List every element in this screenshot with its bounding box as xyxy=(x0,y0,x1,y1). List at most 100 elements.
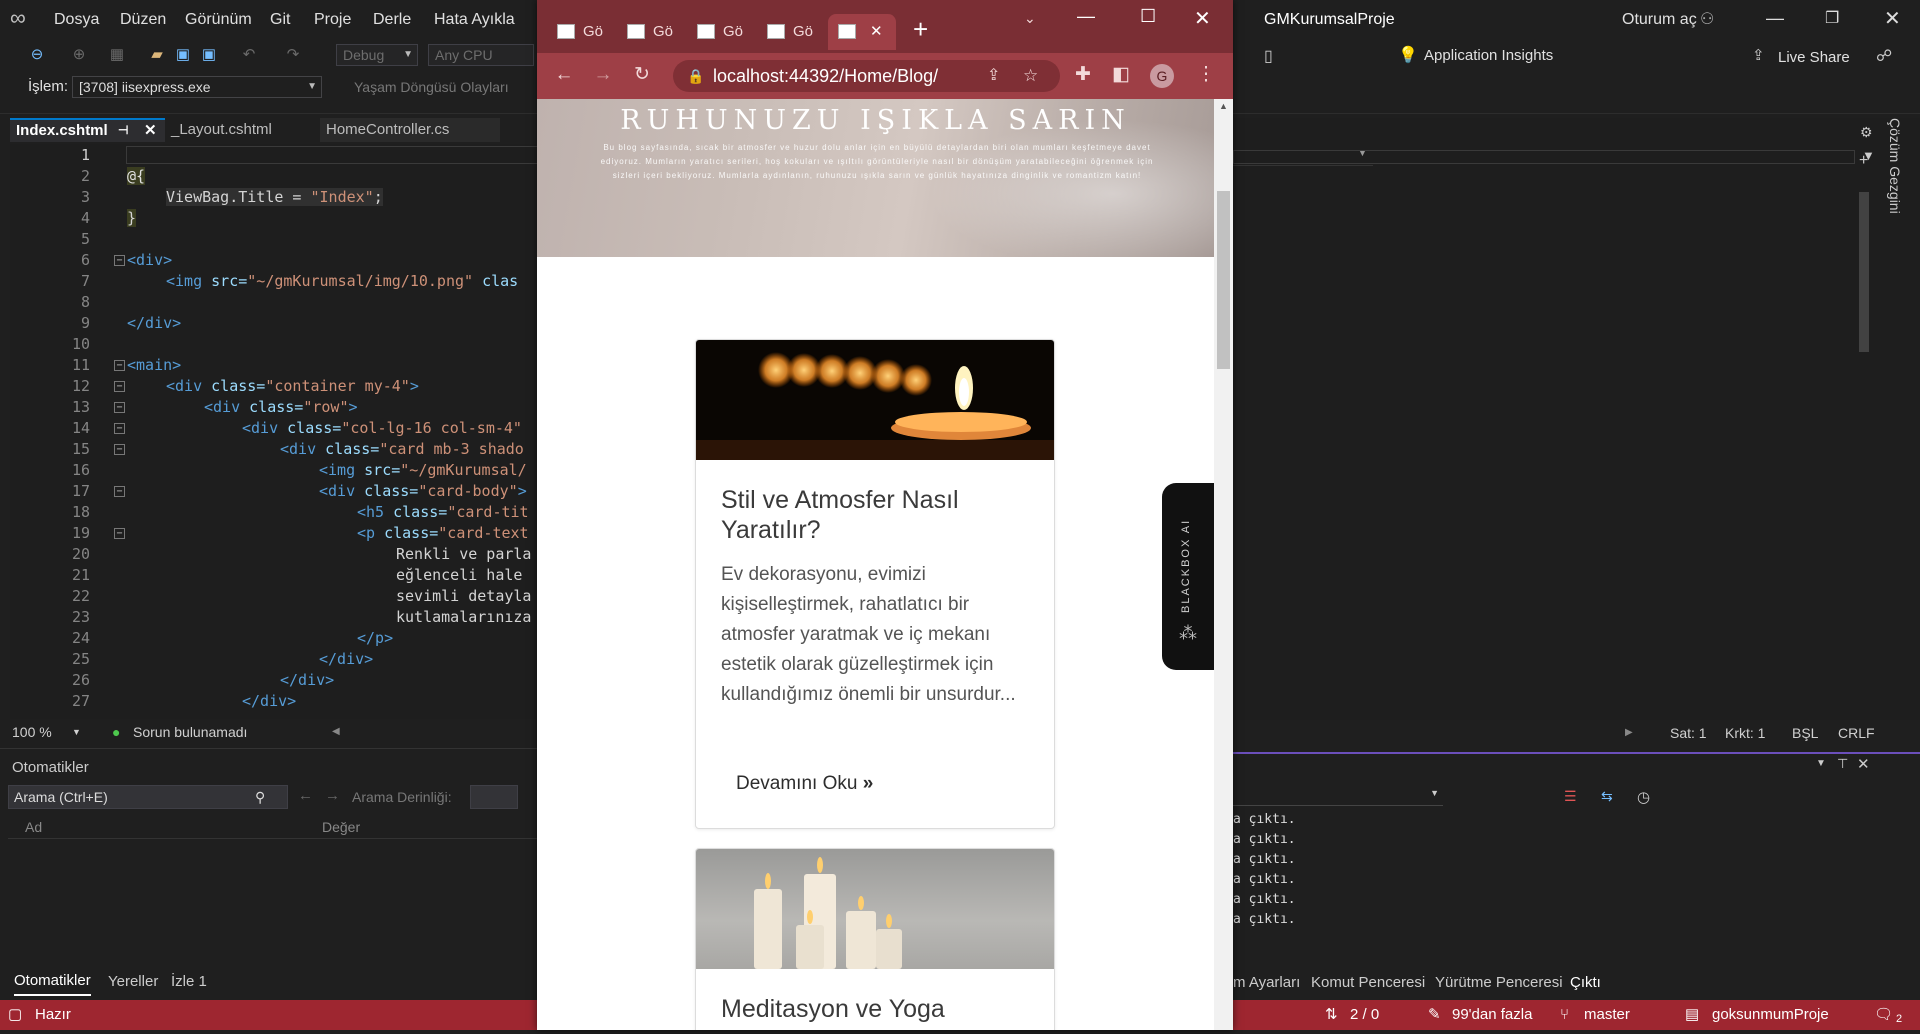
close-tab-icon[interactable]: ✕ xyxy=(870,14,883,50)
live-share-button[interactable]: Live Share xyxy=(1778,49,1850,66)
clear-all-icon[interactable]: ☰ xyxy=(1564,788,1577,805)
gear-icon[interactable]: ⚙ xyxy=(1860,124,1873,141)
back-icon[interactable]: ⊖ xyxy=(28,46,46,64)
close-tab-icon[interactable]: ✕ xyxy=(144,120,157,141)
fold-icon[interactable]: − xyxy=(114,528,125,539)
process-select[interactable]: [3708] iisexpress.exe ▼ xyxy=(72,76,322,98)
pencil-icon[interactable]: ✎ xyxy=(1428,1000,1441,1030)
save-all-icon[interactable]: ▣ xyxy=(200,46,218,64)
tab-locals[interactable]: Yereller xyxy=(108,968,158,996)
menu-git[interactable]: Git xyxy=(270,11,290,29)
new-tab-icon[interactable]: + xyxy=(913,14,928,45)
search-icon[interactable]: ⚲ xyxy=(255,786,265,808)
fold-icon[interactable]: − xyxy=(114,360,125,371)
platform-select[interactable]: Any CPU xyxy=(428,44,534,66)
app-insights-icon[interactable]: 💡 xyxy=(1398,45,1418,65)
account-icon[interactable]: ⚇ xyxy=(1700,9,1714,29)
card-title[interactable]: Meditasyon ve Yoga xyxy=(721,994,1041,1024)
col-indicator[interactable]: Krkt: 1 xyxy=(1725,720,1765,746)
tab-layout-cshtml[interactable]: _Layout.cshtml xyxy=(165,118,315,142)
back-icon[interactable]: ← xyxy=(553,65,575,85)
scroll-thumb[interactable] xyxy=(1859,192,1869,352)
add-icon[interactable]: + xyxy=(1859,152,1868,170)
tab-watch[interactable]: İzle 1 xyxy=(171,968,207,996)
chevron-down-icon[interactable]: ▼ xyxy=(1816,758,1826,769)
scroll-thumb[interactable] xyxy=(1217,191,1230,369)
forward-icon[interactable]: → xyxy=(592,65,614,85)
star-icon[interactable]: ☆ xyxy=(1023,60,1038,92)
feedback-icon[interactable]: ☍ xyxy=(1876,46,1892,66)
card-title[interactable]: Stil ve Atmosfer Nasıl Yaratılır? xyxy=(721,485,1021,545)
tab-command-window[interactable]: Komut Penceresi xyxy=(1311,974,1425,991)
issues-status[interactable]: Sorun bulunamadı xyxy=(133,720,247,744)
maximize-icon[interactable]: ☐ xyxy=(1140,6,1156,27)
menu-derle[interactable]: Derle xyxy=(373,11,411,29)
zoom-select[interactable]: 100 % xyxy=(12,720,52,744)
browser-tab[interactable]: Gö xyxy=(621,14,675,50)
repo-icon[interactable]: ▤ xyxy=(1685,1000,1699,1030)
chevron-down-icon[interactable]: ▼ xyxy=(72,720,81,744)
tab-settings[interactable]: m Ayarları xyxy=(1233,974,1300,991)
open-folder-icon[interactable]: ▰ xyxy=(148,46,166,64)
web-page[interactable]: RUHUNUZU IŞIKLA SARIN Bu blog sayfasında… xyxy=(537,99,1214,1030)
scroll-left-icon[interactable]: ◀ xyxy=(332,720,340,744)
forward-icon[interactable]: → xyxy=(325,787,340,804)
word-wrap-icon[interactable]: ⇆ xyxy=(1601,788,1613,805)
tab-output[interactable]: Çıktı xyxy=(1570,974,1601,991)
redo-icon[interactable]: ↷ xyxy=(284,46,302,64)
sync-status[interactable]: 2 / 0 xyxy=(1350,1000,1379,1030)
close-icon[interactable]: ✕ xyxy=(1194,6,1211,31)
pending-changes[interactable]: 99'dan fazla xyxy=(1452,1000,1532,1030)
read-more-link[interactable]: Devamını Oku » xyxy=(736,773,873,795)
code-editor[interactable]: 1 2 3 4 5 6 7 8 9 10 11 12 13 14 15 16 1… xyxy=(10,144,537,719)
scroll-right-icon[interactable]: ▶ xyxy=(1625,720,1633,746)
sign-in-link[interactable]: Oturum aç xyxy=(1622,11,1697,29)
extensions-icon[interactable]: ✚ xyxy=(1072,65,1094,85)
menu-proje[interactable]: Proje xyxy=(314,11,351,29)
browser-tab[interactable]: Gö xyxy=(761,14,815,50)
undo-icon[interactable]: ↶ xyxy=(240,46,258,64)
vs-logo-icon[interactable]: ∞ xyxy=(10,6,34,30)
clock-icon[interactable]: ◷ xyxy=(1637,788,1650,806)
menu-dosya[interactable]: Dosya xyxy=(54,11,99,29)
notifications-icon[interactable]: 🗨 xyxy=(1874,1000,1893,1030)
search-depth-select[interactable] xyxy=(470,785,518,809)
share-icon[interactable]: ⇪ xyxy=(987,60,1000,92)
autos-search-input[interactable]: Arama (Ctrl+E) ⚲ xyxy=(8,785,288,809)
fold-icon[interactable]: − xyxy=(114,486,125,497)
minimize-icon[interactable]: — xyxy=(1077,6,1095,27)
app-insights-button[interactable]: Application Insights xyxy=(1424,47,1553,64)
fold-icon[interactable]: − xyxy=(114,381,125,392)
repo-name[interactable]: goksunmumProje xyxy=(1712,1000,1829,1030)
branch-icon[interactable]: ⑂ xyxy=(1560,1000,1569,1030)
blackbox-ai-widget[interactable]: BLACKBOX AI ⁂ xyxy=(1162,483,1214,670)
browser-tab[interactable]: Gö xyxy=(691,14,745,50)
solution-explorer-tab[interactable]: Çözüm Gezgini xyxy=(1887,118,1913,268)
page-scrollbar[interactable]: ▲ xyxy=(1214,99,1233,1030)
close-icon[interactable]: ✕ xyxy=(1884,6,1901,31)
fold-icon[interactable]: − xyxy=(114,402,125,413)
pin-icon[interactable]: ⊤ xyxy=(1837,756,1848,772)
browser-tab-active[interactable]: ✕ xyxy=(828,14,896,50)
kebab-menu-icon[interactable]: ⋮ xyxy=(1195,65,1217,85)
reload-icon[interactable]: ↻ xyxy=(631,65,653,85)
config-select[interactable]: Debug ▼ xyxy=(336,44,418,66)
scroll-up-icon[interactable]: ▲ xyxy=(1219,101,1228,111)
profile-avatar[interactable]: G xyxy=(1150,64,1174,88)
browser-tab[interactable]: Gö xyxy=(551,14,605,50)
line-indicator[interactable]: Sat: 1 xyxy=(1670,720,1707,746)
eol-indicator[interactable]: CRLF xyxy=(1838,720,1875,746)
tab-immediate-window[interactable]: Yürütme Penceresi xyxy=(1435,974,1563,991)
branch-name[interactable]: master xyxy=(1584,1000,1630,1030)
menu-gorunum[interactable]: Görünüm xyxy=(185,11,252,29)
live-share-icon[interactable]: ⇪ xyxy=(1752,46,1765,64)
side-panel-icon[interactable]: ◧ xyxy=(1110,65,1132,85)
restore-icon[interactable]: ❐ xyxy=(1825,8,1839,28)
close-icon[interactable]: ✕ xyxy=(1857,755,1870,773)
output-source-select[interactable]: ▼ xyxy=(1233,784,1443,806)
tab-search-icon[interactable]: ⌄ xyxy=(1024,10,1036,27)
vertical-scrollbar[interactable] xyxy=(1857,180,1871,700)
output-window-icon[interactable]: ▢ xyxy=(8,1000,22,1030)
fold-icon[interactable]: − xyxy=(114,423,125,434)
lifecycle-events[interactable]: Yaşam Döngüsü Olayları xyxy=(354,79,509,95)
